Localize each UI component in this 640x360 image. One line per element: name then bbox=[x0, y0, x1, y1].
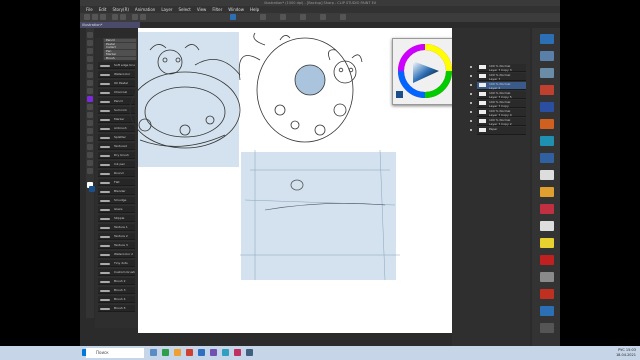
layer-row[interactable]: 100 % Normal Layer 7 Copy 4 bbox=[470, 109, 526, 117]
layer-thumbnail bbox=[479, 83, 486, 87]
eye-icon[interactable] bbox=[470, 84, 472, 86]
eye-icon[interactable] bbox=[470, 129, 472, 131]
eye-icon[interactable] bbox=[470, 102, 472, 104]
layer-thumbnail bbox=[479, 110, 486, 114]
layer-thumbnail bbox=[479, 65, 486, 69]
eye-icon[interactable] bbox=[470, 66, 472, 68]
layer-subname: Layer 7 Copy 3 bbox=[489, 68, 512, 72]
clock-date: 18.04.2021 bbox=[615, 353, 636, 357]
palette-tool-icon[interactable] bbox=[540, 170, 554, 180]
clock: РУС 15:03 18.04.2021 bbox=[600, 348, 636, 358]
eye-icon[interactable] bbox=[470, 75, 472, 77]
layer-subname: Layer 7 Copy 4 bbox=[489, 113, 512, 117]
app-icon-8[interactable] bbox=[246, 349, 253, 356]
layer-row[interactable]: 100 % Normal Layer 7 Copy bbox=[470, 100, 526, 108]
layer-row[interactable]: 100 % Normal Layer 7 Copy 3 bbox=[470, 64, 526, 72]
layer-name: Paper bbox=[489, 127, 498, 131]
layer-subname: Layer 7 Copy 2 bbox=[489, 122, 512, 126]
app-icon-1[interactable] bbox=[162, 349, 169, 356]
palette-tool-icon[interactable] bbox=[540, 68, 554, 78]
palette-tool-icon[interactable] bbox=[540, 289, 554, 299]
palette-tool-icon[interactable] bbox=[540, 255, 554, 265]
layer-subname: Layer 2 bbox=[489, 86, 501, 90]
color-wheel-popup[interactable] bbox=[392, 38, 459, 105]
layer-thumbnail bbox=[479, 101, 486, 105]
app-icon-2[interactable] bbox=[174, 349, 181, 356]
palette-tool-icon[interactable] bbox=[540, 323, 554, 333]
app-icon-5[interactable] bbox=[210, 349, 217, 356]
layer-thumbnail bbox=[479, 119, 486, 123]
palette-tool-icon[interactable] bbox=[540, 187, 554, 197]
palette-tool-icon[interactable] bbox=[540, 153, 554, 163]
layer-row[interactable]: 100 % Normal Layer 2 bbox=[470, 82, 526, 90]
palette-tool-icon[interactable] bbox=[540, 136, 554, 146]
palette-tool-icon[interactable] bbox=[540, 119, 554, 129]
palette-tool-icon[interactable] bbox=[540, 306, 554, 316]
palette-tool-icon[interactable] bbox=[540, 221, 554, 231]
color-wheel[interactable] bbox=[393, 39, 458, 104]
palette-tool-icon[interactable] bbox=[540, 272, 554, 282]
layer-subname: Layer 7 Copy 5 bbox=[489, 95, 512, 99]
layer-row[interactable]: Paper bbox=[470, 127, 526, 135]
layer-thumbnail bbox=[479, 128, 486, 132]
task-view-icon[interactable] bbox=[150, 349, 157, 356]
taskbar-search[interactable]: Поиск bbox=[86, 348, 144, 358]
palette-tool-icon[interactable] bbox=[540, 238, 554, 248]
palette-tool-icon[interactable] bbox=[540, 34, 554, 44]
clock-time: 15:03 bbox=[625, 348, 636, 352]
layer-row[interactable]: 100 % Normal Layer 7 bbox=[470, 73, 526, 81]
layer-subname: Layer 7 Copy bbox=[489, 104, 509, 108]
app-icon-3[interactable] bbox=[186, 349, 193, 356]
palette-tool-icon[interactable] bbox=[540, 51, 554, 61]
app-icon-7[interactable] bbox=[234, 349, 241, 356]
keyboard-lang[interactable]: РУС bbox=[618, 348, 625, 352]
layer-thumbnail bbox=[479, 92, 486, 96]
layer-subname: Layer 7 bbox=[489, 77, 501, 81]
palette-tool-icon[interactable] bbox=[540, 204, 554, 214]
layer-row[interactable]: 100 % Normal Layer 7 Copy 2 bbox=[470, 118, 526, 126]
app-icon-4[interactable] bbox=[198, 349, 205, 356]
eye-icon[interactable] bbox=[470, 93, 472, 95]
eye-icon[interactable] bbox=[470, 111, 472, 113]
app-icon-6[interactable] bbox=[222, 349, 229, 356]
palette-tool-icon[interactable] bbox=[540, 85, 554, 95]
palette-tool-icon[interactable] bbox=[540, 102, 554, 112]
eye-icon[interactable] bbox=[470, 120, 472, 122]
current-color-swatch[interactable] bbox=[396, 91, 403, 98]
layer-row[interactable]: 100 % Normal Layer 7 Copy 5 bbox=[470, 91, 526, 99]
layer-thumbnail bbox=[479, 74, 486, 78]
